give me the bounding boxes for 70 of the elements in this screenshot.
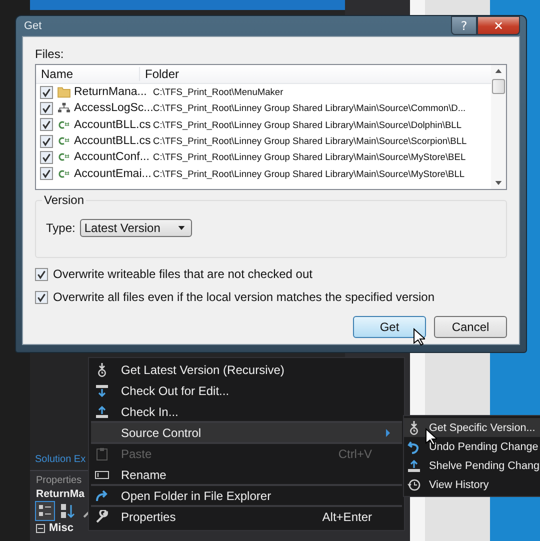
wrench-icon [95,510,109,524]
download-clock-icon [95,362,109,376]
menu-item[interactable]: Get Specific Version... [404,418,540,437]
checkbox[interactable] [35,268,48,280]
caret-icon [178,226,186,230]
history-clock-icon [407,478,421,492]
scrollbar[interactable] [491,65,506,189]
option-label: Overwrite all files even if the local version matches the specified version [53,290,435,304]
type-label: Type: [46,221,76,235]
files-label: Files: [35,47,65,61]
menu-item[interactable]: Undo Pending Change [404,437,540,456]
categorized-icon[interactable] [36,502,54,520]
menu-item[interactable]: Shelve Pending Chang [404,456,540,475]
scroll-up-icon[interactable] [495,69,502,73]
checkbox[interactable] [40,118,53,132]
check-in-icon [407,458,421,472]
collapse-icon[interactable] [36,524,45,532]
checkbox[interactable] [40,86,53,99]
folder-path: C:\TFS_Print_Root\MenuMaker [152,87,284,98]
folder-icon [57,86,71,98]
solution-explorer-tab[interactable]: Solution Ex [35,454,86,464]
file-name: AccountBLL.cs [74,135,149,148]
file-name: ReturnMana... [74,86,148,98]
menu-item[interactable]: Source Control [91,423,402,444]
type-dropdown[interactable]: Latest Version [80,219,192,237]
code-file-icon [57,118,71,131]
menu-item[interactable]: Properties Alt+Enter [91,507,402,528]
menu-item[interactable]: Open Folder in File Explorer [91,486,402,507]
option-label: Overwrite writeable files that are not checked out [53,267,312,281]
cursor-icon [413,328,425,346]
file-name: AccountConf... [74,151,149,164]
clipboard-icon [95,446,109,460]
redo-arrow-icon [95,488,109,502]
close-button[interactable]: ✕ [477,16,520,35]
diagram-icon [57,102,71,114]
checkbox[interactable] [35,290,48,304]
scroll-down-icon[interactable] [495,181,502,185]
scroll-thumb[interactable] [492,79,505,94]
menu-item[interactable]: View History [404,475,540,494]
checkbox[interactable] [40,150,53,164]
undo-arrow-icon [407,440,421,454]
code-file-icon [57,151,71,164]
folder-path: C:\TFS_Print_Root\Linney Group Shared Library\Main\Source\Scorpion\BLL [152,136,467,146]
window-title: Get [23,20,42,32]
group-label: Version [42,193,86,207]
folder-path: C:\TFS_Print_Root\Linney Group Shared Library\Main\Source\MyStore\BEL [152,152,466,162]
menu-item[interactable]: Rename [91,465,402,486]
file-name: AccountBLL.cs [74,118,149,131]
category-label: Misc [49,522,74,534]
check-in-icon [95,404,109,418]
folder-path: C:\TFS_Print_Root\Linney Group Shared Library\Main\Source\Dolphin\BLL [152,120,462,130]
download-clock-icon [407,420,421,434]
code-file-icon [57,168,71,180]
file-name: AccountEmai... [74,168,149,180]
menu-item[interactable]: Check Out for Edit... [91,381,402,402]
column-header[interactable]: Folder [140,67,180,81]
checkbox[interactable] [40,167,53,180]
menu-item[interactable]: Get Latest Version (Recursive) [91,360,402,381]
code-file-icon [57,135,71,148]
submenu-arrow-icon [386,428,390,436]
checkbox[interactable] [40,102,53,115]
check-out-icon [95,384,109,398]
object-name: ReturnMa [36,488,84,500]
checkbox[interactable] [40,134,53,148]
get-button[interactable]: Get [353,316,426,338]
column-header[interactable]: Name [36,67,140,81]
sort-icon[interactable] [58,502,76,520]
cancel-button[interactable]: Cancel [434,316,507,338]
properties-title: Properties [36,475,82,486]
folder-path: C:\TFS_Print_Root\Linney Group Shared Library\Main\Source\MyStore\BLL [152,168,465,179]
